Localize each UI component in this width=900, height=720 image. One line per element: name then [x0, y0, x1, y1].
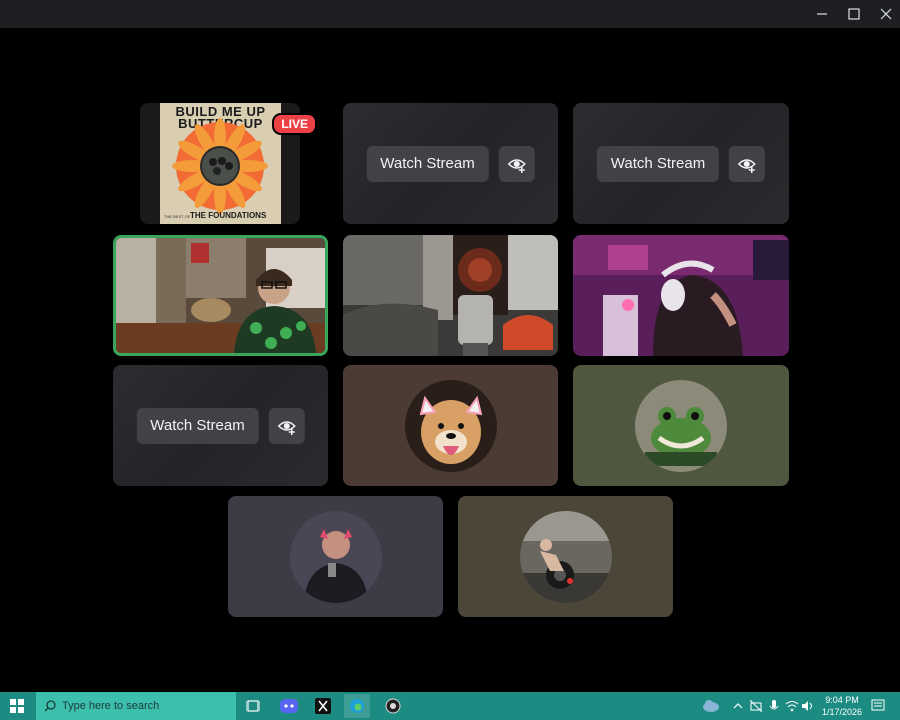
wifi-icon[interactable] — [784, 694, 800, 718]
album-subtitle: THE BEST OF — [164, 214, 191, 219]
taskbar-search[interactable]: Type here to search — [36, 692, 236, 720]
album-artist: THE FOUNDATIONS — [190, 211, 267, 220]
x-app-icon[interactable] — [310, 694, 336, 718]
user-avatar-person — [289, 510, 382, 603]
discord-app-icon[interactable] — [276, 694, 302, 718]
stream-tile-2[interactable]: Watch Stream — [343, 103, 558, 224]
watch-row: Watch Stream — [596, 145, 766, 182]
user-avatar-frog — [635, 379, 727, 472]
microphone-icon[interactable] — [766, 694, 782, 718]
search-icon — [44, 700, 56, 712]
camera-feed-1 — [116, 238, 325, 353]
window-titlebar — [0, 0, 900, 28]
taskbar: Type here to search 9:04 PM 1/17/2026 — [0, 692, 900, 720]
notifications-icon[interactable] — [868, 694, 888, 718]
clock-date: 1/17/2026 — [821, 707, 862, 717]
camera-feed-3 — [573, 235, 789, 356]
watch-stream-button[interactable]: Watch Stream — [366, 145, 489, 182]
camera-feed-2 — [343, 235, 558, 356]
avatar-tile-5[interactable] — [458, 496, 673, 617]
call-stage: BUILD ME UP BUTTERCUP — [0, 28, 900, 692]
watch-row: Watch Stream — [366, 145, 535, 182]
chevron-up-icon[interactable] — [730, 694, 746, 718]
taskbar-clock[interactable]: 9:04 PM 1/17/2026 — [822, 694, 862, 718]
eye-plus-icon[interactable] — [729, 145, 766, 182]
camera-tile-2[interactable] — [343, 235, 558, 356]
weather-cloud-icon[interactable] — [698, 694, 724, 718]
sunflower-artwork — [172, 118, 268, 214]
avatar-tile-frog[interactable] — [573, 365, 789, 486]
camera-tile-3[interactable] — [573, 235, 789, 356]
task-view-icon[interactable] — [240, 694, 266, 718]
stream-tile-3[interactable]: Watch Stream — [573, 103, 789, 224]
watch-row: Watch Stream — [136, 407, 305, 444]
avatar-tile-4[interactable] — [228, 496, 443, 617]
windows-start-icon[interactable] — [4, 694, 30, 718]
close-icon[interactable] — [869, 0, 900, 28]
watch-stream-button[interactable]: Watch Stream — [596, 145, 720, 182]
watch-stream-button[interactable]: Watch Stream — [136, 407, 259, 444]
volume-icon[interactable] — [800, 694, 816, 718]
eye-plus-icon[interactable] — [498, 145, 535, 182]
eye-plus-icon[interactable] — [268, 407, 305, 444]
live-badge: LIVE — [272, 113, 317, 135]
album-cover: BUILD ME UP BUTTERCUP — [160, 103, 281, 224]
network-off-icon[interactable] — [748, 694, 764, 718]
minimize-icon[interactable] — [805, 0, 839, 28]
edge-browser-icon[interactable] — [344, 694, 370, 718]
maximize-icon[interactable] — [837, 0, 871, 28]
obs-app-icon[interactable] — [380, 694, 406, 718]
stream-tile-4[interactable]: Watch Stream — [113, 365, 328, 486]
avatar-tile-dog[interactable] — [343, 365, 558, 486]
user-avatar-motorbike — [519, 510, 612, 603]
live-stream-tile[interactable]: BUILD ME UP BUTTERCUP — [140, 103, 317, 224]
user-avatar-dog — [404, 379, 497, 472]
camera-tile-speaking[interactable] — [113, 235, 328, 356]
search-placeholder: Type here to search — [62, 700, 160, 712]
clock-time: 9:04 PM — [825, 695, 859, 705]
